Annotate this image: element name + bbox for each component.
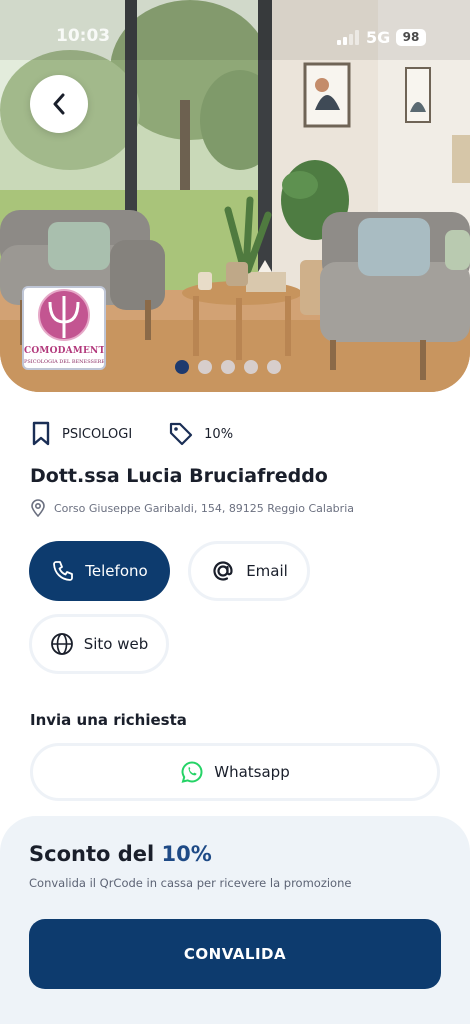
business-logo: COMODAMENTE PSICOLOGIA DEL BENESSERE bbox=[22, 286, 106, 370]
promo-description: Convalida il QrCode in cassa per ricever… bbox=[29, 876, 352, 890]
phone-button-label: Telefono bbox=[85, 562, 148, 580]
gallery-pagination bbox=[175, 360, 281, 374]
email-button-label: Email bbox=[246, 562, 288, 580]
promo-title-prefix: Sconto del bbox=[29, 842, 162, 866]
validate-button[interactable]: CONVALIDA bbox=[29, 919, 441, 989]
business-name: Dott.ssa Lucia Bruciafreddo bbox=[30, 465, 328, 487]
chevron-left-icon bbox=[53, 93, 65, 115]
category-tag: PSICOLOGI bbox=[30, 421, 132, 447]
bookmark-icon bbox=[32, 421, 50, 446]
logo-name: COMODAMENTE bbox=[24, 346, 106, 356]
request-section-title: Invia una richiesta bbox=[30, 711, 187, 729]
tag-icon bbox=[170, 422, 193, 446]
battery-indicator: 98 bbox=[396, 29, 426, 46]
gallery-dot[interactable] bbox=[175, 360, 189, 374]
promo-sheet: Sconto del 10% Convalida il QrCode in ca… bbox=[0, 816, 470, 1024]
address-text: Corso Giuseppe Garibaldi, 154, 89125 Reg… bbox=[54, 501, 354, 515]
gallery-dot[interactable] bbox=[244, 360, 258, 374]
at-sign-icon bbox=[213, 561, 233, 581]
gallery-dot[interactable] bbox=[221, 360, 235, 374]
status-bar: 10:03 5G 98 bbox=[0, 0, 470, 70]
whatsapp-button-label: Whatsapp bbox=[214, 763, 290, 781]
phone-icon bbox=[53, 561, 74, 581]
meta-row: PSICOLOGI 10% bbox=[30, 421, 233, 447]
network-indicator: 5G bbox=[366, 28, 391, 47]
psi-logo-icon bbox=[38, 289, 90, 341]
business-address: Corso Giuseppe Garibaldi, 154, 89125 Reg… bbox=[30, 499, 354, 517]
category-label: PSICOLOGI bbox=[62, 426, 133, 442]
gallery-dot[interactable] bbox=[198, 360, 212, 374]
promo-percent: 10% bbox=[161, 842, 212, 866]
hero-image-gallery[interactable]: 10:03 5G 98 COMODAMENTE PSICOLOGIA DEL B… bbox=[0, 0, 470, 392]
logo-subtitle: PSICOLOGIA DEL BENESSERE bbox=[24, 359, 106, 365]
discount-label: 10% bbox=[204, 426, 234, 442]
gallery-dot[interactable] bbox=[267, 360, 281, 374]
globe-icon bbox=[50, 633, 73, 655]
location-pin-icon bbox=[31, 499, 45, 517]
back-button[interactable] bbox=[30, 75, 88, 133]
website-button-label: Sito web bbox=[83, 635, 149, 653]
whatsapp-icon bbox=[181, 761, 203, 783]
status-time: 10:03 bbox=[56, 26, 111, 46]
promo-title: Sconto del 10% bbox=[29, 842, 212, 866]
whatsapp-button[interactable]: Whatsapp bbox=[30, 743, 440, 801]
signal-icon bbox=[337, 30, 359, 45]
discount-tag: 10% bbox=[168, 421, 233, 447]
phone-button[interactable]: Telefono bbox=[29, 541, 170, 601]
email-button[interactable]: Email bbox=[188, 541, 310, 601]
website-button[interactable]: Sito web bbox=[29, 614, 169, 674]
